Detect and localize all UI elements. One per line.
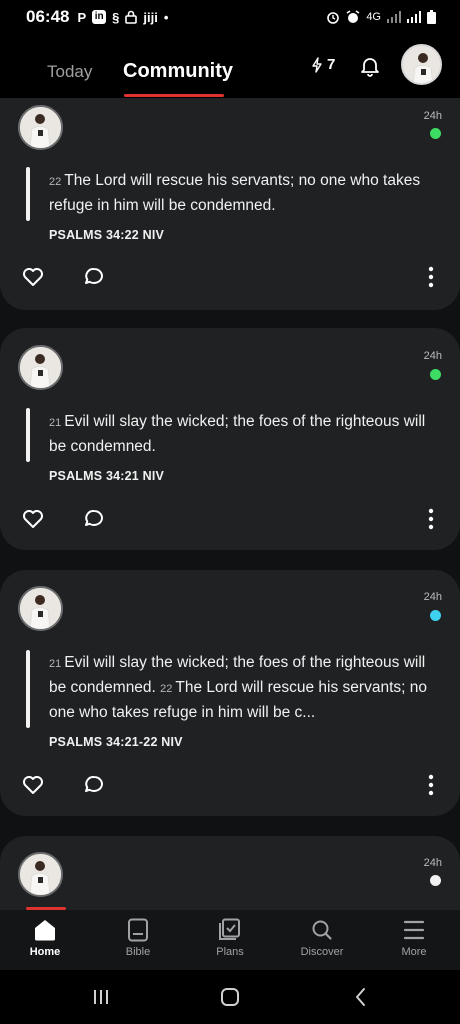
jiji-icon: jiji	[143, 9, 158, 25]
community-feed[interactable]: 24h 22 The Lord will rescue his servants;…	[0, 98, 460, 910]
tab-today[interactable]: Today	[47, 62, 92, 82]
quote-bar	[26, 167, 30, 221]
streak-button[interactable]: 7	[311, 56, 335, 73]
more-options-icon[interactable]	[424, 772, 438, 798]
post-time: 24h	[423, 110, 442, 122]
nav-more[interactable]: More	[379, 918, 449, 958]
home-button-icon[interactable]	[219, 986, 241, 1008]
status-time: 06:48	[26, 7, 70, 26]
card-avatar[interactable]	[18, 586, 63, 631]
nav-discover[interactable]: Discover	[287, 918, 357, 958]
nav-more-label: More	[401, 946, 427, 958]
nav-plans[interactable]: Plans	[195, 918, 265, 958]
battery-icon	[427, 10, 436, 24]
nav-home[interactable]: Home	[10, 918, 80, 958]
verse-reference[interactable]: PSALMS 34:21-22 NIV	[49, 735, 183, 749]
app-icon: §	[112, 9, 120, 25]
nav-home-label: Home	[29, 946, 61, 958]
quote-bar	[26, 408, 30, 462]
status-dot	[430, 128, 441, 139]
alarm-clock-icon	[346, 10, 360, 23]
verse-reference[interactable]: PSALMS 34:22 NIV	[49, 228, 164, 242]
verse-card: 24h 21 Evil will slay the wicked; the foe…	[0, 328, 460, 550]
verse-reference[interactable]: PSALMS 34:21 NIV	[49, 469, 164, 483]
verse-card: 24h	[0, 836, 460, 910]
comment-icon[interactable]	[81, 772, 107, 798]
verse-text[interactable]: 21 Evil will slay the wicked; the foes of…	[49, 410, 434, 459]
status-system-icons: 4G	[326, 10, 436, 24]
top-header: Today Community 7	[0, 34, 460, 98]
bottom-navigation: Home Bible Plans Discover More	[0, 907, 460, 970]
person-photo-icon	[20, 588, 61, 629]
recent-apps-icon[interactable]	[90, 986, 112, 1008]
quote-bar	[26, 650, 30, 728]
heart-icon[interactable]	[20, 264, 46, 290]
search-icon	[312, 920, 332, 940]
verse-number: 21	[49, 417, 62, 429]
verse-body: The Lord will rescue his servants; no on…	[49, 172, 421, 214]
card-avatar[interactable]	[18, 852, 63, 897]
comment-icon[interactable]	[81, 506, 107, 532]
person-photo-icon	[403, 46, 440, 83]
system-navigation-bar	[0, 970, 460, 1024]
tab-community[interactable]: Community	[123, 60, 233, 83]
post-time: 24h	[423, 350, 442, 362]
home-icon	[35, 920, 55, 941]
lock-icon	[125, 10, 138, 24]
plans-icon	[219, 918, 240, 940]
person-photo-icon	[20, 107, 61, 148]
tab-active-indicator	[124, 94, 224, 97]
card-avatar[interactable]	[18, 345, 63, 390]
more-options-icon[interactable]	[424, 264, 438, 290]
verse-number: 22	[160, 683, 173, 695]
nav-active-indicator	[26, 907, 66, 910]
status-bar: 06:48 P in § jiji • 4G	[0, 0, 460, 34]
verse-body: Evil will slay the wicked; the foes of t…	[49, 413, 426, 455]
streak-count: 7	[327, 56, 336, 73]
bible-icon	[128, 918, 148, 942]
verse-card: 24h 21 Evil will slay the wicked; the foe…	[0, 570, 460, 816]
verse-text[interactable]: 21 Evil will slay the wicked; the foes of…	[49, 651, 434, 725]
heart-icon[interactable]	[20, 772, 46, 798]
pinterest-icon: P	[77, 9, 87, 25]
streak-bolt-icon	[312, 56, 322, 73]
comment-icon[interactable]	[81, 264, 107, 290]
nav-plans-label: Plans	[216, 946, 244, 958]
network-type: 4G	[366, 11, 381, 23]
nav-discover-label: Discover	[300, 946, 344, 958]
status-notification-icons: P in § jiji •	[77, 10, 168, 25]
status-dot	[430, 875, 441, 886]
menu-icon	[403, 920, 425, 940]
signal-icon-2	[407, 11, 421, 23]
verse-text[interactable]: 22 The Lord will rescue his servants; no …	[49, 169, 434, 218]
more-notifications-dot: •	[163, 9, 169, 25]
verse-number: 21	[49, 658, 62, 670]
person-photo-icon	[20, 854, 61, 895]
post-time: 24h	[423, 591, 442, 603]
card-avatar[interactable]	[18, 105, 63, 150]
status-dot	[430, 369, 441, 380]
status-dot	[430, 610, 441, 621]
person-photo-icon	[20, 347, 61, 388]
verse-card: 24h 22 The Lord will rescue his servants;…	[0, 98, 460, 310]
notifications-bell-icon[interactable]	[358, 54, 382, 78]
back-icon[interactable]	[350, 986, 372, 1008]
alarm-icon	[327, 12, 340, 24]
more-options-icon[interactable]	[424, 506, 438, 532]
post-time: 24h	[423, 857, 442, 869]
profile-avatar[interactable]	[401, 44, 442, 85]
nav-bible[interactable]: Bible	[103, 918, 173, 958]
heart-icon[interactable]	[20, 506, 46, 532]
signal-icon	[387, 11, 401, 23]
verse-number: 22	[49, 176, 62, 188]
nav-bible-label: Bible	[125, 946, 151, 958]
linkedin-icon: in	[92, 10, 107, 24]
